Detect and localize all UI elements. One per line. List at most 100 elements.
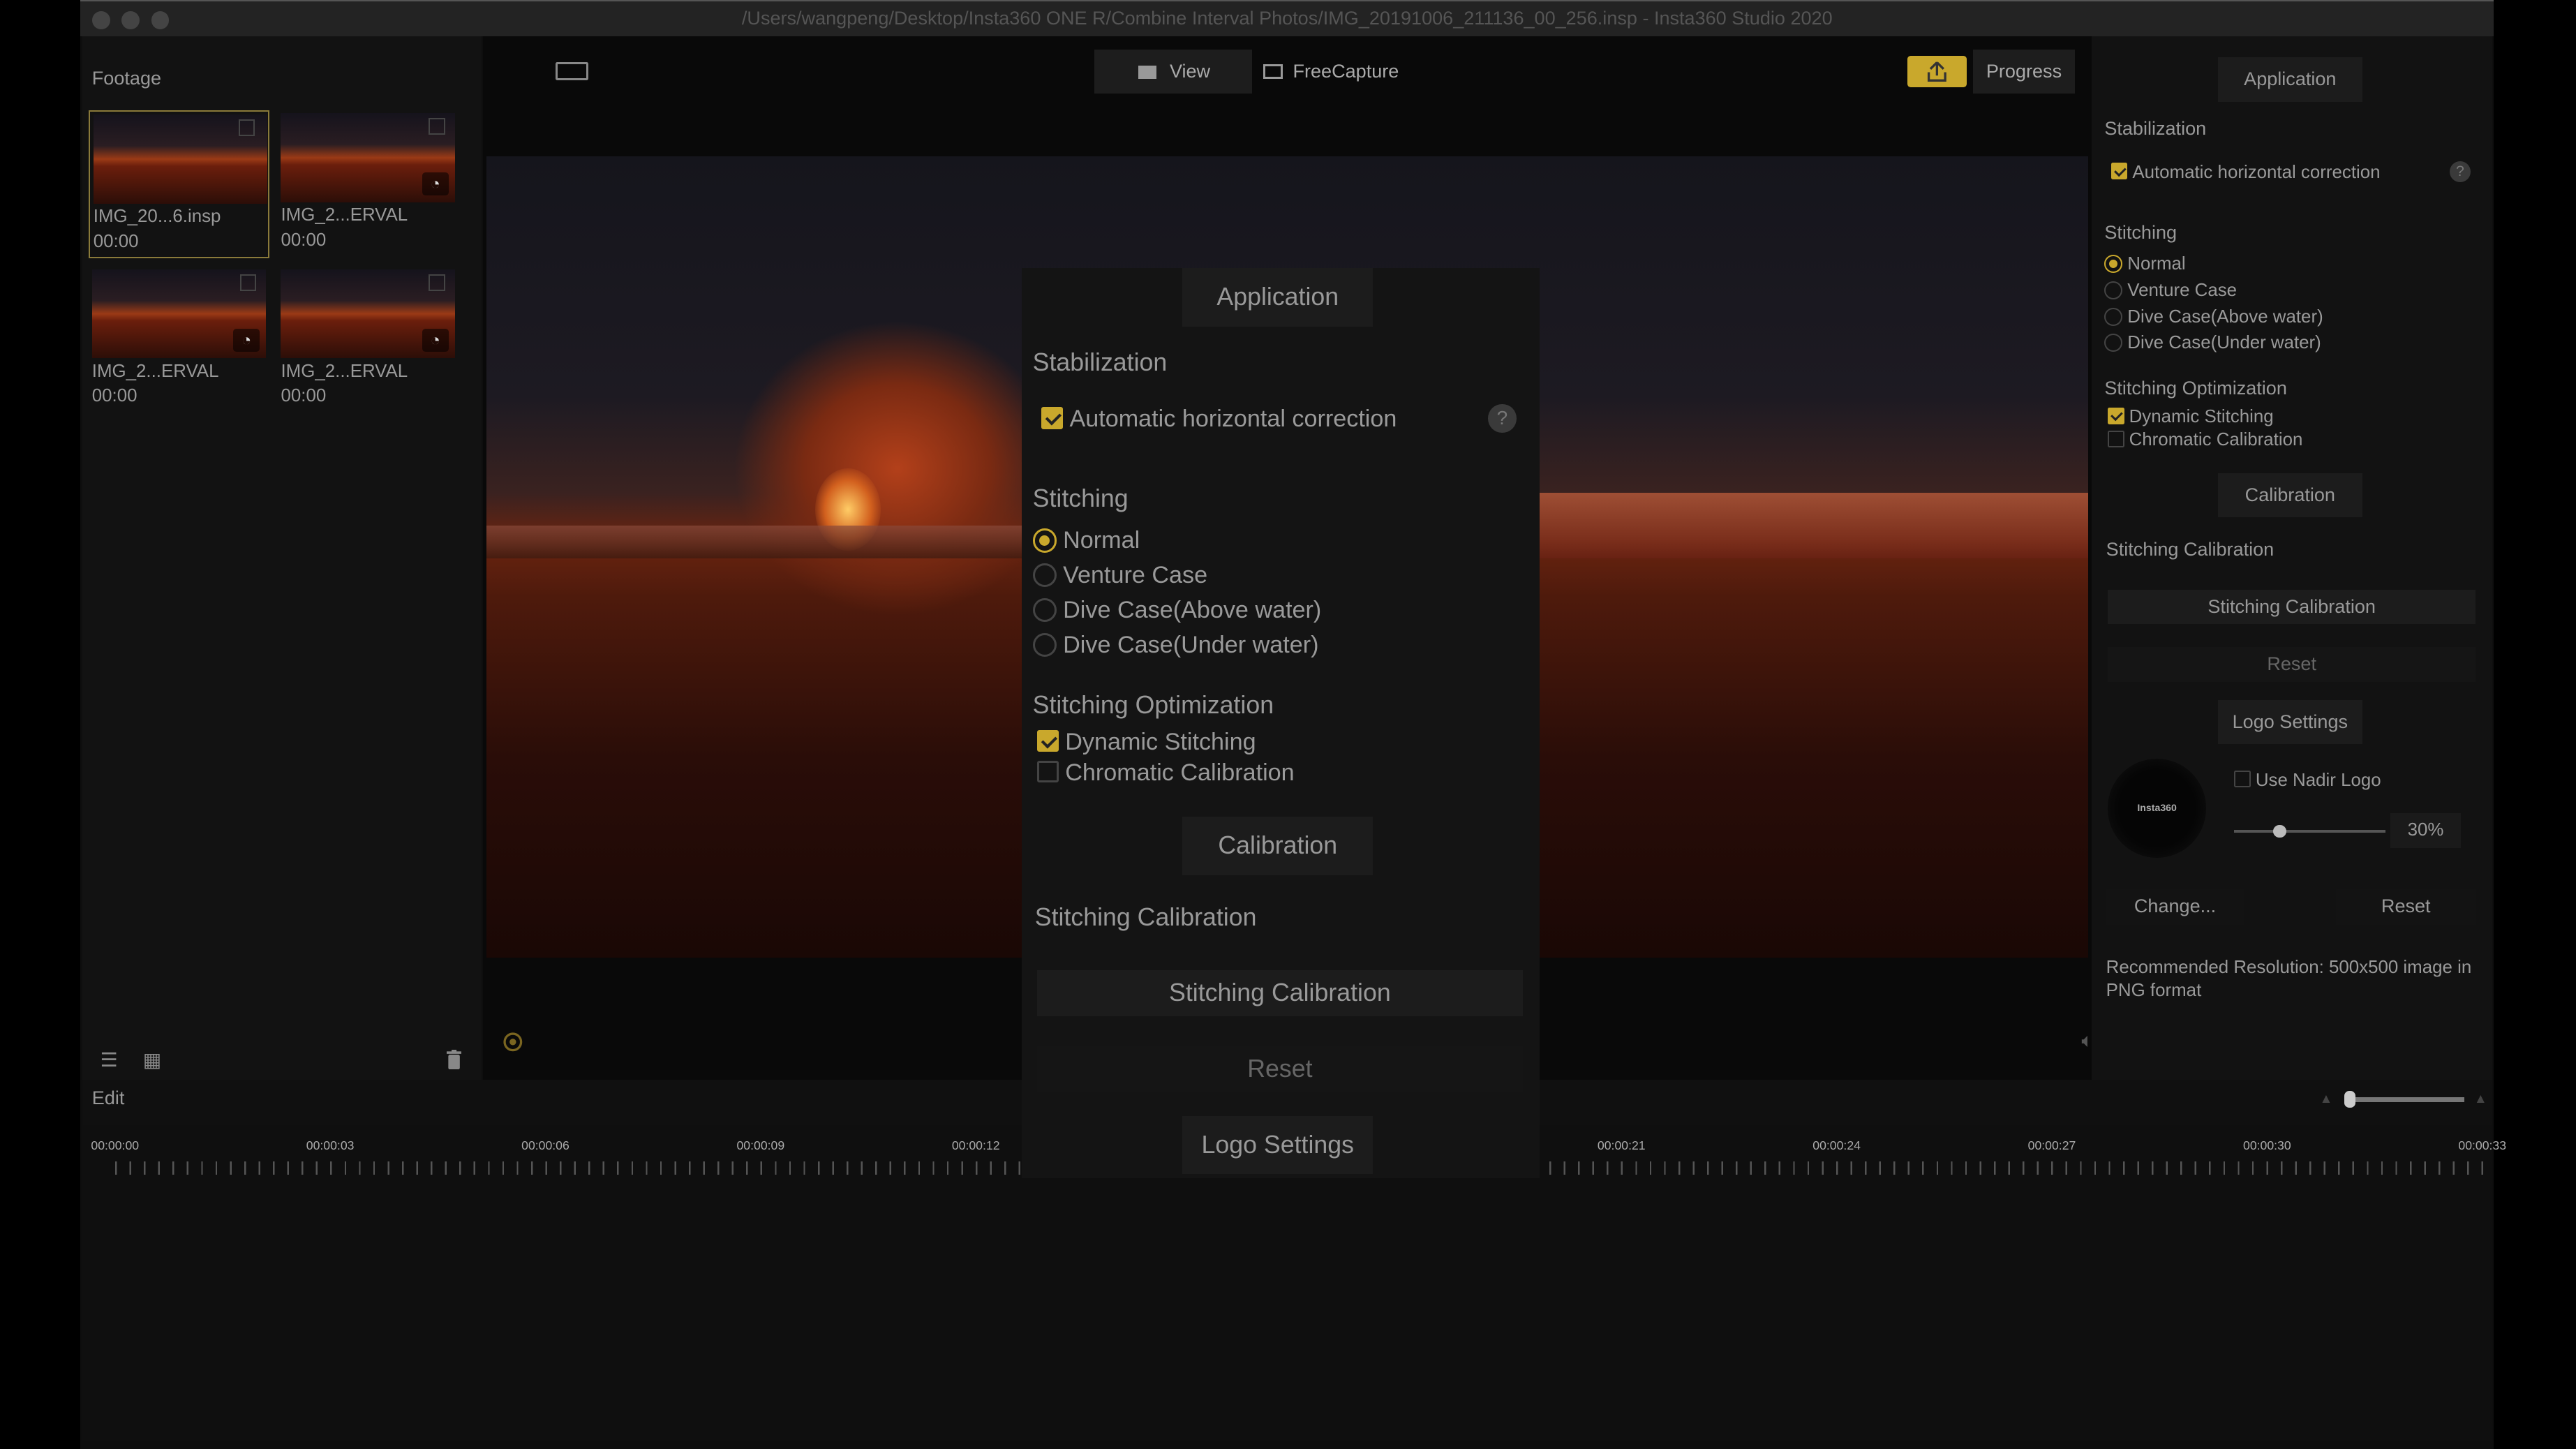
radio-icon (2104, 334, 2123, 352)
dynamic-stitching-checkbox[interactable]: Dynamic Stitching (1036, 727, 1256, 758)
radio-selected-icon (1032, 528, 1057, 553)
help-icon[interactable]: ? (1488, 404, 1517, 433)
select-checkbox[interactable] (429, 118, 445, 135)
fence (1538, 493, 2088, 559)
stitching-heading: Stitching (1032, 484, 1129, 513)
logo-settings-button[interactable]: Logo Settings (2217, 699, 2362, 745)
stitching-calibration-button[interactable]: Stitching Calibration (1036, 970, 1523, 1016)
radio-dive-under[interactable]: Dive Case(Under water) (1032, 630, 1319, 661)
footage-name: IMG_20...6.insp (93, 207, 221, 227)
settings-popup-zoomed: Application Stabilization Automatic hori… (1022, 267, 1540, 1178)
list-view-icon[interactable]: ☰ (100, 1048, 118, 1071)
help-icon[interactable]: ? (2449, 161, 2471, 183)
change-logo-button[interactable]: Change... (2106, 889, 2244, 926)
use-nadir-logo-checkbox[interactable]: Use Nadir Logo (2234, 769, 2381, 792)
radio-label: Dive Case(Under water) (2127, 333, 2321, 353)
chromatic-calibration-checkbox[interactable]: Chromatic Calibration (1036, 758, 1295, 789)
trash-icon[interactable] (447, 1050, 462, 1070)
footage-item[interactable]: ◔ IMG_2...ERVAL 00:00 (89, 266, 269, 414)
logo-reset-button[interactable]: Reset (2336, 889, 2476, 926)
timeline-tick-label: 00:00:03 (306, 1138, 355, 1153)
radio-venture-case[interactable]: Venture Case (1032, 560, 1208, 591)
checkbox-checked-icon (1041, 407, 1064, 429)
radio-label: Venture Case (2127, 281, 2238, 301)
stitching-calibration-heading: Stitching Calibration (1034, 903, 1257, 932)
checkbox-checked-icon (2108, 408, 2124, 424)
auto-horizontal-label: Automatic horizontal correction (2132, 162, 2381, 182)
select-checkbox[interactable] (238, 119, 255, 136)
aspect-ratio-icon[interactable] (555, 62, 588, 81)
progress-button[interactable]: Progress (1973, 49, 2075, 94)
calibration-reset-button[interactable]: Reset (2108, 647, 2476, 682)
auto-horizontal-checkbox[interactable]: Automatic horizontal correction (2110, 161, 2381, 184)
timeline-tick-label: 00:00:00 (91, 1138, 140, 1153)
view-button[interactable]: View (1094, 49, 1252, 94)
checkbox-checked-icon (2110, 163, 2128, 180)
settings-panel: Application Stabilization Automatic hori… (2091, 36, 2492, 1080)
application-button[interactable]: Application (1182, 267, 1373, 327)
select-checkbox[interactable] (429, 274, 445, 291)
zoom-in-icon[interactable]: ▲ (2474, 1091, 2487, 1106)
chromatic-label: Chromatic Calibration (2129, 430, 2303, 450)
logo-size-slider[interactable] (2234, 829, 2385, 833)
gyro-icon[interactable] (500, 1029, 526, 1055)
calibration-reset-button[interactable]: Reset (1036, 1046, 1523, 1092)
radio-normal[interactable]: Normal (2104, 253, 2186, 276)
logo-size-field[interactable]: 30% (2390, 813, 2462, 848)
timeline-tick-label: 00:00:33 (2458, 1138, 2507, 1153)
logo-settings-button[interactable]: Logo Settings (1182, 1115, 1373, 1175)
chromatic-label: Chromatic Calibration (1065, 759, 1295, 786)
interval-icon: ◔ (422, 328, 449, 352)
radio-label: Venture Case (1063, 562, 1208, 589)
radio-label: Normal (1063, 527, 1140, 554)
trees-glow (732, 320, 1062, 616)
settings-content: Application Stabilization Automatic hori… (2092, 36, 2492, 1080)
radio-dive-under[interactable]: Dive Case(Under water) (2104, 332, 2321, 355)
application-button[interactable]: Application (2217, 57, 2362, 102)
radio-venture-case[interactable]: Venture Case (2104, 279, 2237, 302)
edit-label: Edit (91, 1087, 125, 1109)
settings-content: Application Stabilization Automatic hori… (1022, 267, 1540, 1177)
radio-label: Normal (2127, 254, 2186, 274)
radio-selected-icon (2104, 255, 2123, 274)
dynamic-stitching-checkbox[interactable]: Dynamic Stitching (2108, 406, 2274, 429)
optimization-heading: Stitching Optimization (2104, 378, 2287, 399)
footage-item[interactable]: ◔ IMG_2...ERVAL 00:00 (278, 110, 459, 258)
auto-horizontal-label: Automatic horizontal correction (1069, 406, 1397, 433)
zoom-out-icon[interactable]: ▲ (2320, 1091, 2333, 1106)
checkbox-icon (2234, 771, 2251, 787)
radio-dive-above[interactable]: Dive Case(Above water) (1032, 595, 1322, 626)
radio-icon (2104, 307, 2123, 326)
calibration-button[interactable]: Calibration (2217, 473, 2362, 518)
timeline-zoom-thumb[interactable] (2344, 1090, 2356, 1108)
export-button[interactable] (1907, 56, 1967, 87)
radio-icon (1032, 632, 1057, 657)
stitching-calibration-button[interactable]: Stitching Calibration (2108, 590, 2476, 625)
footage-duration: 00:00 (91, 386, 137, 406)
timeline-tick-label: 00:00:30 (2243, 1138, 2291, 1153)
timeline-tick-label: 00:00:09 (736, 1138, 785, 1153)
use-nadir-label: Use Nadir Logo (2255, 770, 2381, 790)
chromatic-calibration-checkbox[interactable]: Chromatic Calibration (2108, 429, 2302, 452)
auto-horizontal-checkbox[interactable]: Automatic horizontal correction (1041, 404, 1397, 435)
radio-label: Dive Case(Under water) (1063, 631, 1319, 658)
radio-dive-above[interactable]: Dive Case(Above water) (2104, 306, 2323, 329)
grid-view-icon[interactable]: ▦ (143, 1048, 162, 1071)
checkbox-icon (2108, 431, 2124, 447)
radio-icon (1032, 563, 1057, 588)
stitching-heading: Stitching (2104, 221, 2177, 243)
timeline-tick-label: 00:00:27 (2027, 1138, 2076, 1153)
stitching-calibration-heading: Stitching Calibration (2106, 539, 2275, 560)
radio-normal[interactable]: Normal (1032, 526, 1140, 556)
title-bar: /Users/wangpeng/Desktop/Insta360 ONE R/C… (80, 0, 2494, 36)
timeline-zoom-slider[interactable] (2349, 1097, 2464, 1103)
view-icon (1138, 66, 1157, 79)
radio-label: Dive Case(Above water) (1063, 596, 1322, 623)
calibration-button[interactable]: Calibration (1182, 816, 1373, 875)
footage-item[interactable]: IMG_20...6.insp 00:00 (89, 110, 269, 258)
freecapture-button[interactable]: FreeCapture (1258, 50, 1439, 94)
logo-size-slider-thumb[interactable] (2272, 824, 2286, 838)
footage-item[interactable]: ◔ IMG_2...ERVAL 00:00 (278, 266, 459, 414)
select-checkbox[interactable] (239, 274, 257, 291)
freecapture-label: FreeCapture (1293, 60, 1399, 82)
